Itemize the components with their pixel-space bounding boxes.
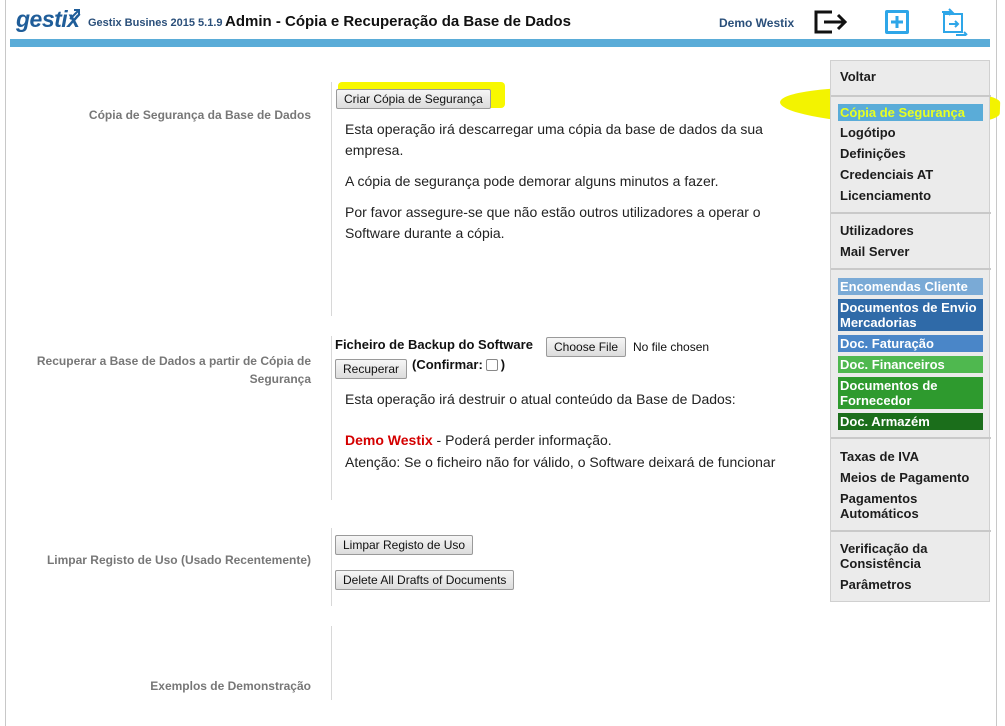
restore-attention-text: Atenção: Se o ficheiro não for válido, o… [345, 454, 776, 470]
clear-log-button[interactable]: Limpar Registo de Uso [335, 535, 474, 555]
backup-duration-note: A cópia de segurança pode demorar alguns… [345, 173, 719, 189]
backup-users-warning: Por favor assegure-se que não estão outr… [345, 204, 761, 241]
menu-item-meios-pagamento[interactable]: Meios de Pagamento [840, 470, 983, 485]
frame-left-border [5, 0, 6, 726]
company-warning-suffix: - Poderá perder informação. [432, 432, 612, 448]
restore-warning-text: Esta operação irá destruir o atual conte… [345, 391, 736, 407]
add-icon[interactable] [882, 8, 918, 36]
choose-file-button[interactable]: Choose File [546, 337, 627, 357]
menu-divider [831, 212, 991, 214]
header-accent-bar [10, 39, 990, 47]
section-divider [331, 528, 332, 606]
create-backup-button[interactable]: Criar Cópia de Segurança [336, 89, 491, 109]
menu-item-pagamentos-automaticos[interactable]: Pagamentos Automáticos [840, 491, 983, 521]
backup-section-label: Cópia de Segurança da Base de Dados [88, 108, 311, 122]
menu-item-parametros[interactable]: Parâmetros [840, 577, 983, 592]
confirm-open-text: (Confirmar: [412, 357, 483, 372]
admin-menu: Voltar Cópia de Segurança Logótipo Defin… [830, 60, 991, 602]
menu-item-logotipo[interactable]: Logótipo [840, 125, 983, 140]
menu-item-mail-server[interactable]: Mail Server [840, 244, 983, 259]
company-name[interactable]: Demo Westix [719, 16, 794, 30]
backup-file-label: Ficheiro de Backup do Software [335, 337, 533, 352]
menu-item-encomendas-cliente[interactable]: Encomendas Cliente [838, 278, 983, 295]
menu-item-doc-armazem[interactable]: Doc. Armazém [838, 413, 983, 430]
menu-item-licenciamento[interactable]: Licenciamento [840, 188, 983, 203]
company-warning-name: Demo Westix [345, 432, 433, 448]
recover-button[interactable]: Recuperar [335, 359, 408, 379]
app-version: Gestix Busines 2015 5.1.9 [88, 17, 223, 29]
menu-item-copia-seguranca[interactable]: Cópia de Segurança [838, 104, 983, 121]
section-divider [331, 336, 332, 500]
menu-divider [831, 530, 991, 532]
clear-log-section-label: Limpar Registo de Uso (Usado Recentement… [46, 553, 311, 567]
section-divider [331, 82, 332, 316]
menu-item-documentos-fornecedor[interactable]: Documentos de Fornecedor [838, 377, 983, 409]
menu-item-definicoes[interactable]: Definições [840, 146, 983, 161]
no-file-chosen-text: No file chosen [633, 340, 710, 354]
menu-item-documentos-envio[interactable]: Documentos de Envio Mercadorias [838, 299, 983, 331]
section-divider [331, 626, 332, 700]
menu-item-utilizadores[interactable]: Utilizadores [840, 223, 983, 238]
restore-company-warning: Demo Westix - Poderá perder informação. [345, 430, 805, 451]
logout-icon[interactable] [812, 8, 848, 36]
page-title: Admin - Cópia e Recuperação da Base de D… [225, 13, 571, 30]
demo-section-label: Exemplos de Demonstração [150, 679, 311, 693]
menu-divider [831, 95, 991, 97]
restore-section-label: Recuperar a Base de Dados a partir de Có… [36, 354, 311, 386]
confirm-close-text: ) [500, 357, 506, 372]
menu-item-credenciais-at[interactable]: Credenciais AT [840, 167, 983, 182]
header: gestix Gestix Busines 2015 5.1.9 Admin -… [6, 0, 996, 40]
menu-item-doc-faturacao[interactable]: Doc. Faturação [838, 335, 983, 352]
logo-arrow-icon [69, 9, 80, 20]
confirm-checkbox[interactable] [485, 359, 498, 371]
confirm-label: (Confirmar:) [412, 357, 505, 372]
menu-item-verificacao-consistencia[interactable]: Verificação da Consistência [840, 541, 983, 571]
refresh-icon[interactable] [938, 8, 974, 36]
delete-drafts-button[interactable]: Delete All Drafts of Documents [335, 570, 515, 590]
menu-item-voltar[interactable]: Voltar [840, 69, 983, 84]
menu-divider [831, 268, 991, 270]
backup-description: Esta operação irá descarregar uma cópia … [345, 121, 763, 158]
menu-item-doc-financeiros[interactable]: Doc. Financeiros [838, 356, 983, 373]
menu-divider [831, 437, 991, 439]
menu-item-taxas-iva[interactable]: Taxas de IVA [840, 449, 983, 464]
